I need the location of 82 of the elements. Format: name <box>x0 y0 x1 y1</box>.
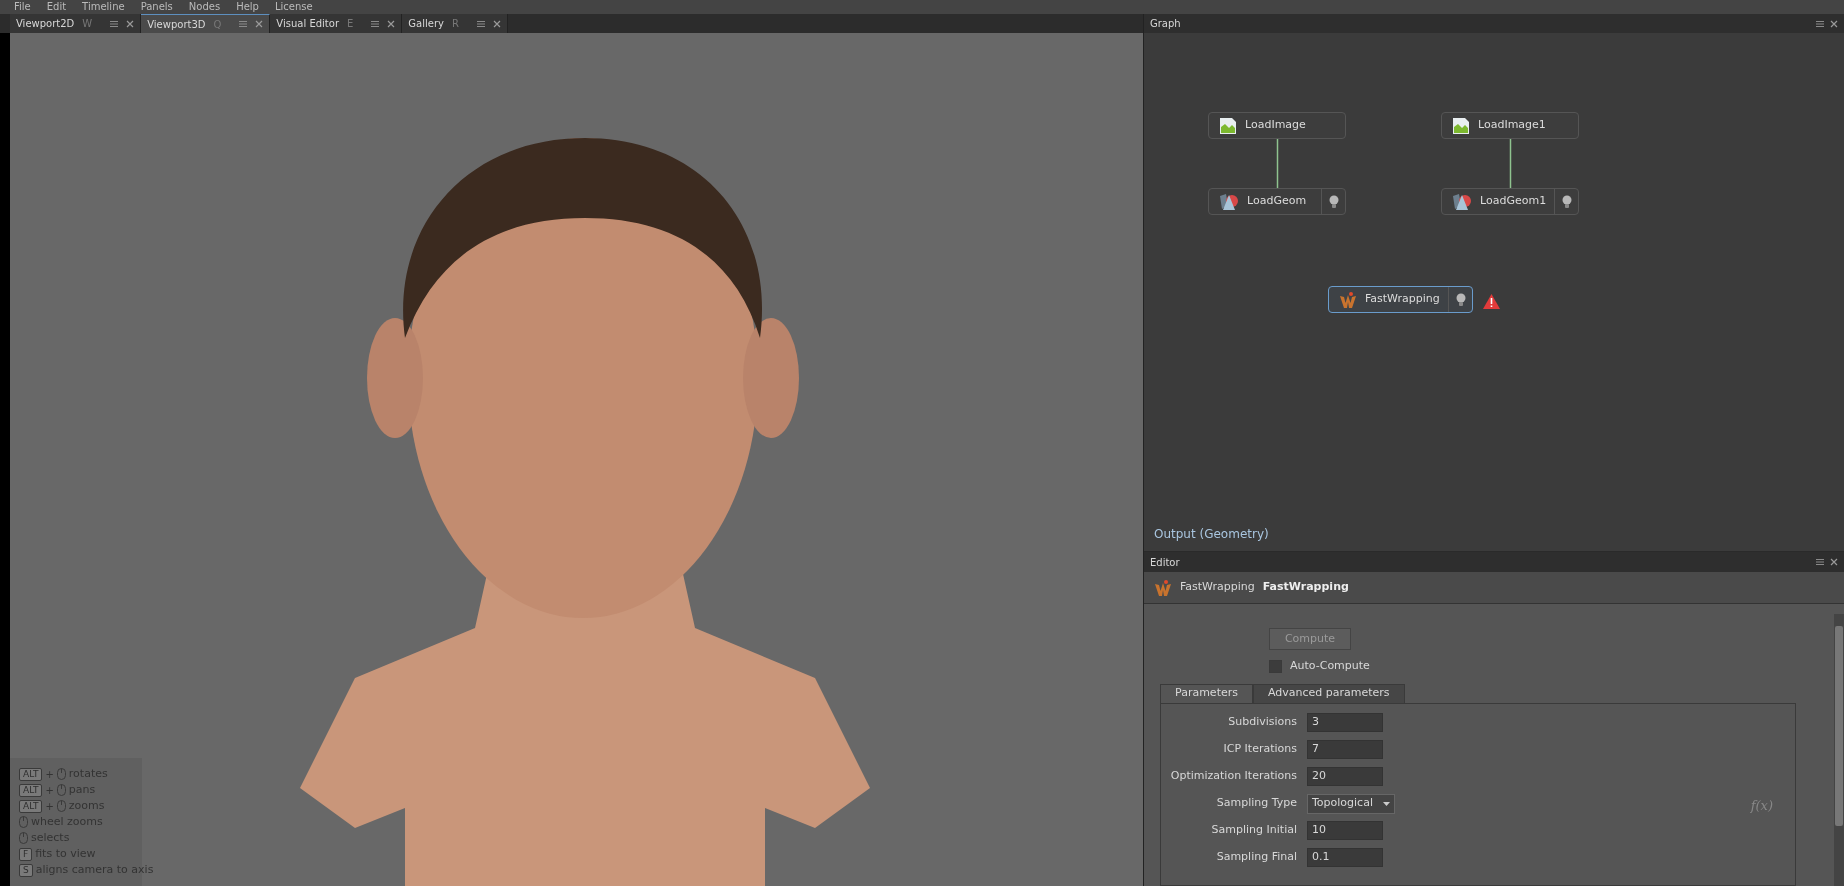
menu-icon[interactable] <box>371 19 380 28</box>
param-input[interactable]: 10 <box>1307 821 1383 840</box>
checkbox[interactable] <box>1269 659 1282 673</box>
menu-icon[interactable] <box>1816 558 1824 566</box>
param-label: Sampling Final <box>1215 849 1297 866</box>
connector-line <box>1276 139 1279 188</box>
key-cap: ALT <box>19 799 43 813</box>
wrap-logo-icon <box>1154 578 1172 597</box>
graph-node[interactable]: LoadGeom1 <box>1441 188 1579 215</box>
node-label: LoadGeom1 <box>1480 193 1547 210</box>
mouse-icon <box>56 784 66 796</box>
graph-node[interactable]: LoadImage1 <box>1441 112 1579 139</box>
graph-node[interactable]: LoadGeom <box>1208 188 1346 215</box>
key-cap: ALT <box>19 783 43 797</box>
graph-node[interactable]: FastWrapping <box>1328 286 1473 313</box>
mouse-icon <box>19 816 28 828</box>
checkbox-label: Auto-Compute <box>1290 658 1370 674</box>
shortcut-label: W <box>82 17 93 31</box>
shapes-icon <box>1452 192 1472 211</box>
key-cap: F <box>19 847 33 861</box>
shortcut-label: E <box>347 17 354 31</box>
menu-item[interactable]: File <box>14 1 31 13</box>
menu-icon[interactable] <box>1816 19 1824 28</box>
panel-title: Graph <box>1150 17 1181 31</box>
wrap-logo-icon <box>1339 290 1357 309</box>
node-label: LoadImage <box>1245 117 1306 134</box>
shapes-icon <box>1219 192 1239 211</box>
menu-icon[interactable] <box>239 20 248 28</box>
close-icon[interactable] <box>126 19 135 28</box>
image-icon <box>1452 116 1470 135</box>
param-label: Optimization Iterations <box>1169 768 1297 785</box>
shortcut-label: R <box>451 17 459 31</box>
param-input[interactable]: 20 <box>1307 767 1383 786</box>
mouse-icon <box>56 768 66 780</box>
node-label: LoadImage1 <box>1478 117 1546 134</box>
panel-tab[interactable]: Visual Editor E <box>270 14 403 33</box>
param-input[interactable]: 0.1 <box>1307 848 1383 867</box>
caret-icon <box>1383 801 1390 806</box>
panel-title: Editor <box>1150 555 1180 570</box>
plus-sign: + <box>45 783 54 798</box>
param-input[interactable]: 7 <box>1307 740 1383 759</box>
output-label: Output (Geometry) <box>1154 526 1269 543</box>
close-icon[interactable] <box>1830 558 1838 566</box>
node-label: FastWrapping <box>1365 291 1440 308</box>
menu-icon[interactable] <box>476 19 485 28</box>
close-icon[interactable] <box>255 20 264 28</box>
close-icon[interactable] <box>492 19 501 28</box>
mouse-icon <box>56 800 66 812</box>
close-icon[interactable] <box>1830 19 1838 28</box>
param-label: ICP Iterations <box>1222 741 1297 758</box>
editor-tab[interactable]: Parameters <box>1160 683 1253 703</box>
menu-item[interactable]: Edit <box>46 1 67 13</box>
lightbulb-icon[interactable] <box>1455 292 1466 307</box>
param-label: Sampling Initial <box>1210 822 1297 839</box>
param-dropdown[interactable]: Topological <box>1307 793 1395 814</box>
menu-icon[interactable] <box>110 19 119 28</box>
node-type: FastWrapping <box>1180 579 1255 596</box>
node-name: FastWrapping <box>1262 579 1349 596</box>
scrollbar[interactable] <box>1834 614 1844 886</box>
mouse-icon <box>19 832 28 844</box>
param-label: Sampling Type <box>1215 795 1297 812</box>
plus-sign: + <box>45 767 54 782</box>
editor-tab[interactable]: Advanced parameters <box>1252 683 1405 703</box>
lightbulb-icon[interactable] <box>1328 194 1339 209</box>
panel-tab[interactable]: Viewport2D W <box>10 14 142 33</box>
menu-item[interactable]: License <box>274 1 313 13</box>
menu-item[interactable]: Timeline <box>82 1 125 13</box>
panel-tab[interactable]: Gallery R <box>402 14 508 33</box>
param-input[interactable]: 3 <box>1307 713 1383 732</box>
key-cap: ALT <box>19 767 43 781</box>
graph-node[interactable]: LoadImage <box>1208 112 1346 139</box>
plus-sign: + <box>45 799 54 814</box>
lightbulb-icon[interactable] <box>1561 194 1572 209</box>
menu-item[interactable]: Help <box>236 1 259 13</box>
menu-item[interactable]: Panels <box>140 1 173 13</box>
node-label: LoadGeom <box>1247 193 1307 210</box>
connector-line <box>1509 139 1512 188</box>
param-label: Subdivisions <box>1227 714 1297 731</box>
key-cap: S <box>19 863 33 877</box>
menu-item[interactable]: Nodes <box>188 1 221 13</box>
image-icon <box>1219 116 1237 135</box>
close-icon[interactable] <box>387 19 396 28</box>
